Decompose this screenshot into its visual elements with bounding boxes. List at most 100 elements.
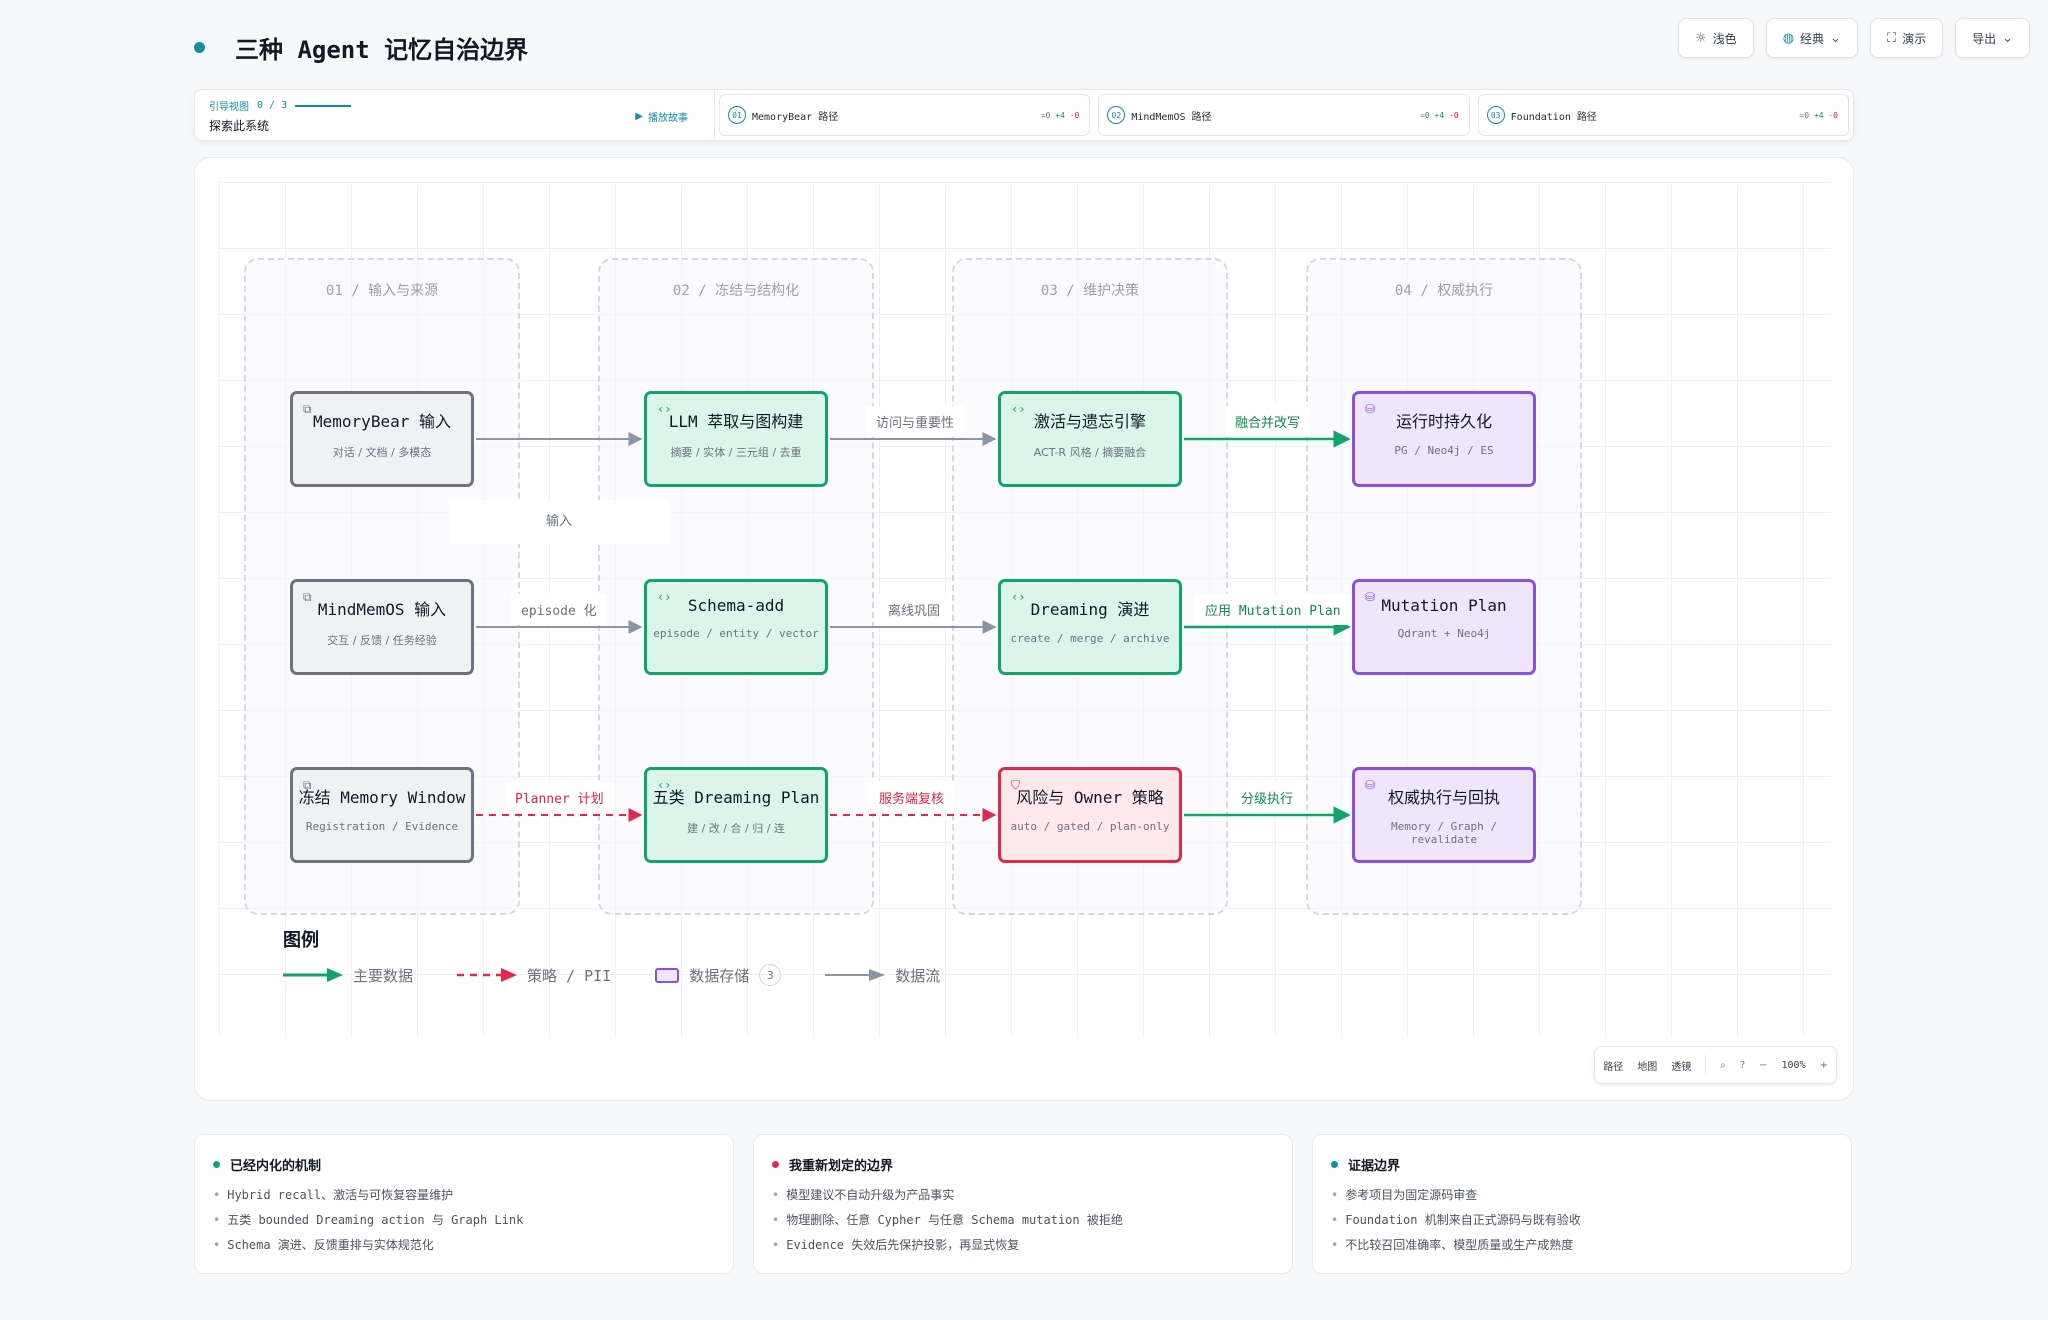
- node-subtitle: Registration / Evidence: [305, 820, 459, 833]
- code-icon: ‹›: [1011, 402, 1026, 416]
- card-internalized: 已经内化的机制 Hybrid recall、激活与可恢复容量维护 五类 boun…: [194, 1134, 734, 1274]
- path-label: MindMemOS 路径: [1131, 111, 1212, 123]
- node-subtitle: 交互 / 反馈 / 任务经验: [327, 634, 437, 647]
- zoom-in-button[interactable]: +: [1820, 1060, 1828, 1071]
- node-risk-owner[interactable]: ⛉ 风险与 Owner 策略 auto / gated / plan-only: [998, 767, 1182, 863]
- card-item: 五类 bounded Dreaming action 与 Graph Link: [213, 1211, 715, 1228]
- legend-storage-count: 3: [759, 964, 782, 986]
- card-item: Hybrid recall、激活与可恢复容量维护: [213, 1186, 715, 1203]
- guide-progress: 0 / 3: [257, 100, 288, 111]
- path-mode-button[interactable]: 路径: [1603, 1058, 1623, 1073]
- node-title: MindMemOS 输入: [317, 600, 447, 619]
- legend-green-arrow-icon: [283, 968, 343, 982]
- node-memorybear-input[interactable]: ⧉ MemoryBear 输入 对话 / 文档 / 多模态: [290, 391, 474, 487]
- present-button[interactable]: ⛶ 演示: [1869, 18, 1944, 58]
- code-icon: ‹›: [657, 778, 672, 792]
- edge-label-server-review: 服务端复核: [869, 782, 955, 813]
- node-title: Mutation Plan: [1381, 596, 1507, 615]
- node-dreaming-plan[interactable]: ‹› 五类 Dreaming Plan 建 / 改 / 合 / 归 / 连: [644, 767, 828, 863]
- card-title: 证据边界: [1348, 1159, 1401, 1174]
- sun-icon: ☼: [1695, 30, 1707, 46]
- legend-policy: 策略 / PII: [457, 965, 611, 986]
- legend: 图例 主要数据 策略 / PII 数据存储 3 数据流: [283, 926, 974, 986]
- guide-progress-line: [295, 104, 352, 107]
- search-icon[interactable]: ⌕: [1720, 1060, 1726, 1071]
- path-card-memorybear[interactable]: 01 MemoryBear 路径 =0 +4 -0: [719, 94, 1091, 136]
- divider: [1705, 1055, 1707, 1075]
- node-title: 冻结 Memory Window: [298, 788, 466, 807]
- node-dreaming-evolve[interactable]: ‹› Dreaming 演进 create / merge / archive: [998, 579, 1182, 675]
- card-title: 我重新划定的边界: [789, 1159, 894, 1174]
- chevron-down-icon: ⌄: [1830, 30, 1841, 46]
- play-story-button[interactable]: ▶ 播放故事: [635, 109, 688, 124]
- node-authority-exec[interactable]: ⛁ 权威执行与回执 Memory / Graph / revalidate: [1352, 767, 1536, 863]
- node-schema-add[interactable]: ‹› Schema-add episode / entity / vector: [644, 579, 828, 675]
- legend-title: 图例: [283, 930, 319, 951]
- legend-red-dashed-arrow-icon: [457, 968, 518, 982]
- play-label: 播放故事: [648, 113, 688, 124]
- zoom-level: 100%: [1781, 1059, 1806, 1071]
- path-num: 01: [728, 106, 746, 124]
- guide-bar: 引导视图 0 / 3 探索此系统 ▶ 播放故事 01 MemoryBear 路径…: [194, 89, 1854, 141]
- edge-label-tiered-exec: 分级执行: [1231, 782, 1304, 813]
- map-mode-button[interactable]: 地图: [1637, 1058, 1657, 1073]
- edge-label-apply-plan: 应用 Mutation Plan: [1195, 594, 1351, 625]
- path-label: MemoryBear 路径: [752, 111, 839, 123]
- diagram-canvas[interactable]: 01 / 输入与来源 02 / 冻结与结构化 03 / 维护决策 04 / 权威…: [194, 157, 1854, 1101]
- database-icon: ⛁: [1365, 402, 1376, 416]
- node-subtitle: PG / Neo4j / ES: [1394, 444, 1494, 457]
- legend-main-data: 主要数据: [283, 965, 413, 986]
- card-item: Evidence 失效后先保护投影，再显式恢复: [772, 1236, 1274, 1253]
- node-activation-engine[interactable]: ‹› 激活与遗忘引擎 ACT-R 风格 / 摘要融合: [998, 391, 1182, 487]
- guide-subtitle: 探索此系统: [209, 119, 270, 133]
- legend-label: 数据流: [895, 966, 941, 985]
- help-icon[interactable]: ?: [1740, 1060, 1745, 1071]
- node-subtitle: ACT-R 风格 / 摘要融合: [1033, 446, 1147, 459]
- edge-label-episode: episode 化: [511, 594, 607, 625]
- legend-label: 主要数据: [353, 966, 414, 985]
- export-label: 导出: [1972, 31, 1997, 46]
- card-item: 不比较召回准确率、模型质量或生产成熟度: [1331, 1236, 1833, 1253]
- node-mindmemos-input[interactable]: ⧉ MindMemOS 输入 交互 / 反馈 / 任务经验: [290, 579, 474, 675]
- card-boundaries: 我重新划定的边界 模型建议不自动升级为产品事实 物理删除、任意 Cypher 与…: [753, 1134, 1293, 1274]
- path-card-mindmemos[interactable]: 02 MindMemOS 路径 =0 +4 -0: [1098, 94, 1470, 136]
- style-button[interactable]: ◍ 经典 ⌄: [1765, 18, 1858, 58]
- external-link-icon: ⧉: [303, 402, 312, 416]
- node-freeze-window[interactable]: ⧉ 冻结 Memory Window Registration / Eviden…: [290, 767, 474, 863]
- node-subtitle: Qdrant + Neo4j: [1397, 627, 1491, 640]
- path-num: 02: [1107, 106, 1126, 124]
- node-title: 激活与遗忘引擎: [1033, 412, 1146, 431]
- node-mutation-plan[interactable]: ⛁ Mutation Plan Qdrant + Neo4j: [1352, 579, 1536, 675]
- legend-storage: 数据存储 3: [655, 964, 782, 986]
- node-llm-extract[interactable]: ‹› LLM 萃取与图构建 摘要 / 实体 / 三元组 / 去重: [644, 391, 828, 487]
- theme-button[interactable]: ☼ 浅色: [1678, 18, 1754, 58]
- card-title: 已经内化的机制: [230, 1159, 322, 1174]
- edge-label-access: 访问与重要性: [866, 406, 965, 437]
- card-dot: [772, 1161, 779, 1168]
- node-subtitle: create / merge / archive: [1010, 632, 1170, 645]
- node-subtitle: 建 / 改 / 合 / 归 / 连: [687, 822, 785, 835]
- card-item: Schema 演进、反馈重排与实体规范化: [213, 1236, 715, 1253]
- card-evidence: 证据边界 参考项目为固定源码审查 Foundation 机制来自正式源码与既有验…: [1312, 1134, 1852, 1274]
- page-header: 三种 Agent 记忆自治边界: [194, 30, 528, 65]
- path-card-foundation[interactable]: 03 Foundation 路径 =0 +4 -0: [1477, 94, 1849, 136]
- guide-tag: 引导视图 0 / 3: [209, 98, 700, 113]
- node-subtitle: episode / entity / vector: [653, 627, 819, 640]
- lens-mode-button[interactable]: 透镜: [1671, 1058, 1691, 1073]
- node-title: Dreaming 演进: [1030, 600, 1150, 619]
- code-icon: ‹›: [657, 402, 672, 416]
- node-subtitle: auto / gated / plan-only: [1010, 820, 1170, 833]
- export-button[interactable]: 导出 ⌄: [1955, 18, 2030, 58]
- code-icon: ‹›: [657, 590, 672, 604]
- edge-label-merge-write: 融合并改写: [1225, 406, 1311, 437]
- zoom-out-button[interactable]: −: [1759, 1060, 1767, 1071]
- node-title: LLM 萃取与图构建: [668, 412, 804, 431]
- node-subtitle: 对话 / 文档 / 多模态: [332, 446, 432, 459]
- node-title: Schema-add: [687, 596, 785, 615]
- toolbar: ☼ 浅色 ◍ 经典 ⌄ ⛶ 演示 导出 ⌄: [1678, 18, 2030, 58]
- node-title: 权威执行与回执: [1387, 788, 1500, 807]
- node-runtime-persist[interactable]: ⛁ 运行时持久化 PG / Neo4j / ES: [1352, 391, 1536, 487]
- external-link-icon: ⧉: [303, 590, 312, 604]
- palette-icon: ◍: [1782, 30, 1795, 46]
- title-dot: [194, 42, 205, 53]
